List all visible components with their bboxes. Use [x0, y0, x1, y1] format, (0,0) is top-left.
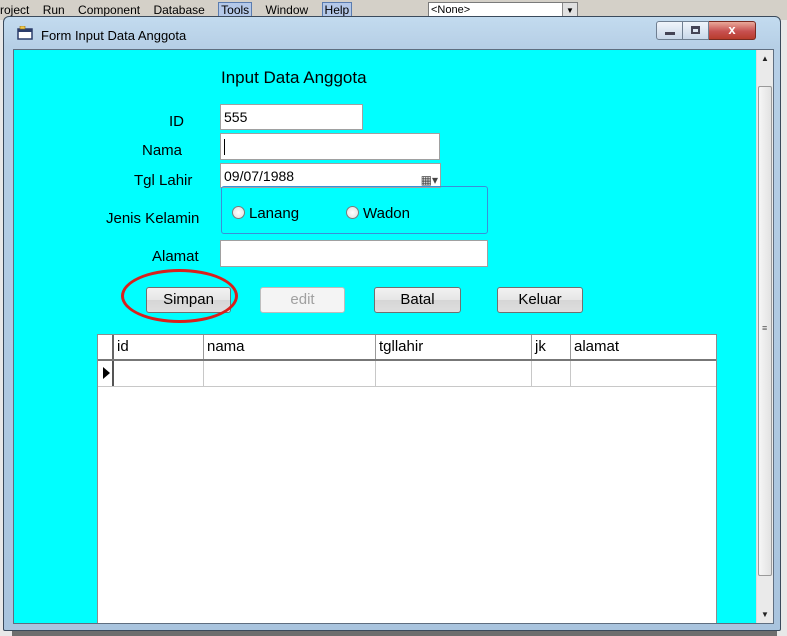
- label-alamat: Alamat: [152, 248, 199, 265]
- id-field[interactable]: 555: [220, 104, 363, 130]
- ide-menu-item[interactable]: Run: [43, 3, 65, 17]
- maximize-icon: [691, 26, 700, 34]
- ide-menu-item[interactable]: Window: [266, 3, 309, 17]
- table-cell[interactable]: [570, 361, 716, 386]
- grid-header: id nama tgllahir jk alamat: [98, 335, 716, 361]
- jenis-kelamin-group: Lanang Wadon: [221, 186, 488, 234]
- ide-combo[interactable]: <None> ▼: [428, 2, 578, 17]
- scroll-up-icon[interactable]: ▲: [757, 50, 773, 67]
- label-jenis-kelamin: Jenis Kelamin: [106, 210, 200, 227]
- tgl-lahir-datepicker[interactable]: 09/07/1988 ▦▾: [220, 163, 441, 188]
- form-heading: Input Data Anggota: [221, 68, 367, 87]
- form-icon: [17, 26, 33, 40]
- tgl-lahir-value: 09/07/1988: [224, 168, 295, 184]
- table-row[interactable]: [98, 361, 716, 387]
- ide-menu-bar: roject Run Component Database Tools Wind…: [0, 2, 362, 18]
- maximize-button[interactable]: [683, 21, 709, 40]
- title-bar[interactable]: Form Input Data Anggota x: [4, 17, 780, 51]
- row-indicator: [98, 361, 114, 386]
- nama-field[interactable]: [220, 133, 440, 160]
- table-cell[interactable]: [375, 361, 531, 386]
- text-cursor: [224, 139, 225, 156]
- grip-icon: ≡: [762, 323, 768, 333]
- alamat-field[interactable]: [220, 240, 488, 267]
- radio-icon: [346, 206, 359, 219]
- column-header-alamat[interactable]: alamat: [570, 335, 716, 359]
- batal-button[interactable]: Batal: [374, 287, 461, 313]
- label-nama: Nama: [142, 142, 183, 159]
- window-title: Form Input Data Anggota: [41, 28, 187, 43]
- vertical-scrollbar[interactable]: ▲ ≡ ▼: [756, 50, 773, 623]
- label-tgl-lahir: Tgl Lahir: [134, 172, 193, 189]
- ide-menu-item[interactable]: Component: [78, 3, 140, 17]
- table-cell[interactable]: [114, 361, 203, 386]
- label-id: ID: [169, 113, 184, 130]
- radio-lanang[interactable]: Lanang: [232, 205, 299, 222]
- highlight-circle: [121, 269, 238, 323]
- current-row-arrow-icon: [103, 367, 110, 379]
- column-header-tgllahir[interactable]: tgllahir: [375, 335, 531, 359]
- scroll-down-icon[interactable]: ▼: [757, 606, 773, 623]
- form-window: Form Input Data Anggota x Input Data Ang…: [3, 16, 781, 631]
- data-grid[interactable]: id nama tgllahir jk alamat: [97, 334, 717, 623]
- scroll-thumb[interactable]: ≡: [758, 86, 772, 576]
- ide-menu-item[interactable]: Database: [153, 3, 204, 17]
- form-client-area: Input Data Anggota ID 555 Nama Tgl Lahir…: [13, 49, 774, 624]
- keluar-button[interactable]: Keluar: [497, 287, 583, 313]
- radio-wadon[interactable]: Wadon: [346, 205, 410, 222]
- edit-button[interactable]: edit: [260, 287, 345, 313]
- close-icon: x: [728, 22, 736, 37]
- minimize-button[interactable]: [656, 21, 683, 40]
- chevron-down-icon[interactable]: ▼: [562, 3, 577, 16]
- column-header-id[interactable]: id: [114, 335, 203, 359]
- close-button[interactable]: x: [709, 21, 756, 40]
- minimize-icon: [665, 32, 675, 35]
- table-cell[interactable]: [203, 361, 375, 386]
- radio-wadon-label: Wadon: [363, 205, 410, 222]
- radio-icon: [232, 206, 245, 219]
- column-header-nama[interactable]: nama: [203, 335, 375, 359]
- ide-combo-value: <None>: [431, 4, 471, 16]
- radio-lanang-label: Lanang: [249, 205, 300, 222]
- table-cell[interactable]: [531, 361, 570, 386]
- ide-menu-item[interactable]: roject: [0, 3, 29, 17]
- column-header-jk[interactable]: jk: [531, 335, 570, 359]
